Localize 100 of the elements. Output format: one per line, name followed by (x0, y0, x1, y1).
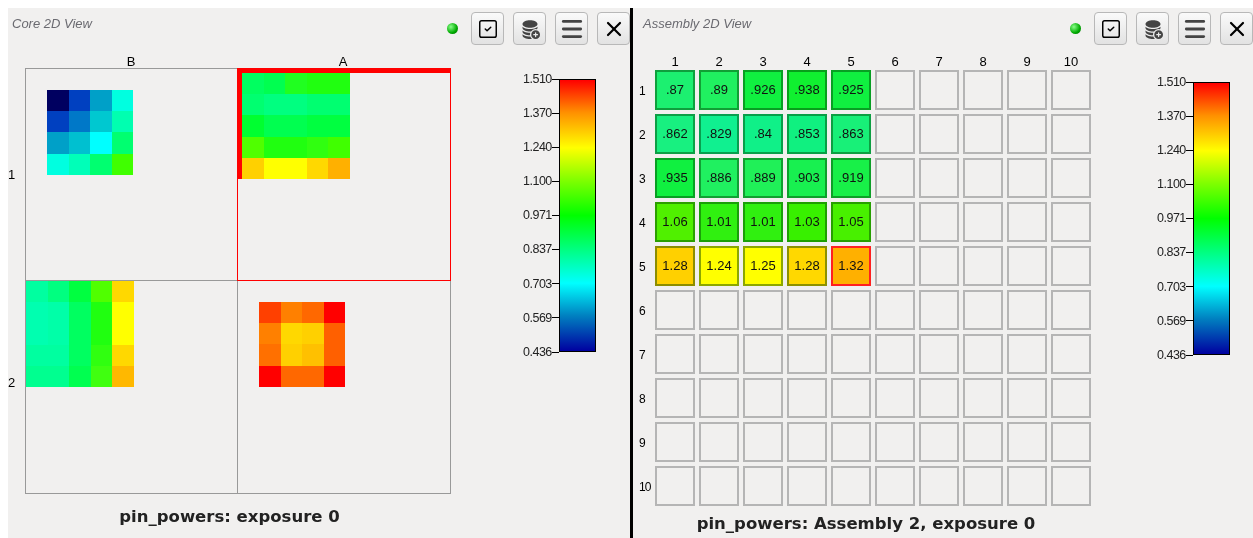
empty-pin-cell[interactable] (919, 246, 959, 286)
empty-pin-cell[interactable] (963, 466, 1003, 506)
pin-value-cell[interactable]: .89 (699, 70, 739, 110)
empty-pin-cell[interactable] (743, 422, 783, 462)
empty-pin-cell[interactable] (655, 422, 695, 462)
empty-pin-cell[interactable] (919, 114, 959, 154)
empty-pin-cell[interactable] (963, 202, 1003, 242)
pin-value-cell[interactable]: 1.28 (655, 246, 695, 286)
empty-pin-cell[interactable] (831, 334, 871, 374)
pin-value-cell[interactable]: .863 (831, 114, 871, 154)
add-data-button[interactable] (1136, 12, 1169, 45)
empty-pin-cell[interactable] (1007, 70, 1047, 110)
empty-pin-cell[interactable] (699, 290, 739, 330)
empty-pin-cell[interactable] (1007, 334, 1047, 374)
empty-pin-cell[interactable] (963, 246, 1003, 286)
checkbox-button[interactable] (1094, 12, 1127, 45)
empty-pin-cell[interactable] (1051, 202, 1091, 242)
empty-pin-cell[interactable] (919, 158, 959, 198)
empty-pin-cell[interactable] (1051, 246, 1091, 286)
pin-value-cell[interactable]: .889 (743, 158, 783, 198)
empty-pin-cell[interactable] (1007, 290, 1047, 330)
empty-pin-cell[interactable] (963, 114, 1003, 154)
empty-pin-cell[interactable] (1007, 466, 1047, 506)
empty-pin-cell[interactable] (875, 202, 915, 242)
empty-pin-cell[interactable] (831, 290, 871, 330)
empty-pin-cell[interactable] (875, 466, 915, 506)
empty-pin-cell[interactable] (699, 422, 739, 462)
empty-pin-cell[interactable] (699, 466, 739, 506)
pin-value-cell[interactable]: .853 (787, 114, 827, 154)
pin-value-cell[interactable]: .87 (655, 70, 695, 110)
empty-pin-cell[interactable] (963, 422, 1003, 462)
pin-value-cell[interactable]: 1.01 (743, 202, 783, 242)
pin-value-cell[interactable]: 1.24 (699, 246, 739, 286)
empty-pin-cell[interactable] (1051, 158, 1091, 198)
empty-pin-cell[interactable] (875, 114, 915, 154)
empty-pin-cell[interactable] (787, 466, 827, 506)
empty-pin-cell[interactable] (963, 378, 1003, 418)
empty-pin-cell[interactable] (699, 378, 739, 418)
pin-value-cell[interactable]: 1.25 (743, 246, 783, 286)
empty-pin-cell[interactable] (875, 246, 915, 286)
empty-pin-cell[interactable] (1051, 290, 1091, 330)
empty-pin-cell[interactable] (919, 202, 959, 242)
empty-pin-cell[interactable] (919, 378, 959, 418)
empty-pin-cell[interactable] (963, 70, 1003, 110)
empty-pin-cell[interactable] (743, 466, 783, 506)
empty-pin-cell[interactable] (919, 334, 959, 374)
empty-pin-cell[interactable] (919, 290, 959, 330)
empty-pin-cell[interactable] (1051, 70, 1091, 110)
empty-pin-cell[interactable] (787, 422, 827, 462)
empty-pin-cell[interactable] (831, 466, 871, 506)
empty-pin-cell[interactable] (743, 378, 783, 418)
empty-pin-cell[interactable] (831, 422, 871, 462)
empty-pin-cell[interactable] (1007, 158, 1047, 198)
empty-pin-cell[interactable] (1007, 422, 1047, 462)
empty-pin-cell[interactable] (919, 70, 959, 110)
pin-value-cell[interactable]: .919 (831, 158, 871, 198)
empty-pin-cell[interactable] (787, 290, 827, 330)
pin-value-cell[interactable]: .84 (743, 114, 783, 154)
empty-pin-cell[interactable] (875, 290, 915, 330)
empty-pin-cell[interactable] (831, 378, 871, 418)
add-data-button[interactable] (513, 12, 546, 45)
pin-value-cell[interactable]: 1.28 (787, 246, 827, 286)
empty-pin-cell[interactable] (787, 334, 827, 374)
empty-pin-cell[interactable] (875, 334, 915, 374)
empty-pin-cell[interactable] (919, 466, 959, 506)
checkbox-button[interactable] (471, 12, 504, 45)
empty-pin-cell[interactable] (1051, 422, 1091, 462)
pin-value-cell[interactable]: .926 (743, 70, 783, 110)
pin-value-cell[interactable]: .862 (655, 114, 695, 154)
empty-pin-cell[interactable] (655, 334, 695, 374)
pin-value-cell[interactable]: 1.05 (831, 202, 871, 242)
empty-pin-cell[interactable] (1051, 466, 1091, 506)
empty-pin-cell[interactable] (655, 466, 695, 506)
menu-button[interactable] (555, 12, 588, 45)
pin-value-cell[interactable]: .886 (699, 158, 739, 198)
empty-pin-cell[interactable] (1007, 246, 1047, 286)
empty-pin-cell[interactable] (1051, 334, 1091, 374)
pin-value-cell[interactable]: 1.01 (699, 202, 739, 242)
empty-pin-cell[interactable] (1051, 114, 1091, 154)
pin-value-cell[interactable]: .925 (831, 70, 871, 110)
empty-pin-cell[interactable] (963, 290, 1003, 330)
pin-value-cell[interactable]: .829 (699, 114, 739, 154)
pin-value-cell[interactable]: 1.06 (655, 202, 695, 242)
empty-pin-cell[interactable] (743, 334, 783, 374)
empty-pin-cell[interactable] (1007, 202, 1047, 242)
empty-pin-cell[interactable] (743, 290, 783, 330)
pin-value-cell[interactable]: 1.03 (787, 202, 827, 242)
pin-value-cell[interactable]: .903 (787, 158, 827, 198)
empty-pin-cell[interactable] (787, 378, 827, 418)
empty-pin-cell[interactable] (963, 334, 1003, 374)
empty-pin-cell[interactable] (919, 422, 959, 462)
empty-pin-cell[interactable] (875, 378, 915, 418)
empty-pin-cell[interactable] (655, 290, 695, 330)
pin-value-cell[interactable]: .938 (787, 70, 827, 110)
close-button[interactable] (597, 12, 630, 45)
empty-pin-cell[interactable] (1007, 114, 1047, 154)
empty-pin-cell[interactable] (1007, 378, 1047, 418)
empty-pin-cell[interactable] (875, 422, 915, 462)
menu-button[interactable] (1178, 12, 1211, 45)
empty-pin-cell[interactable] (875, 70, 915, 110)
